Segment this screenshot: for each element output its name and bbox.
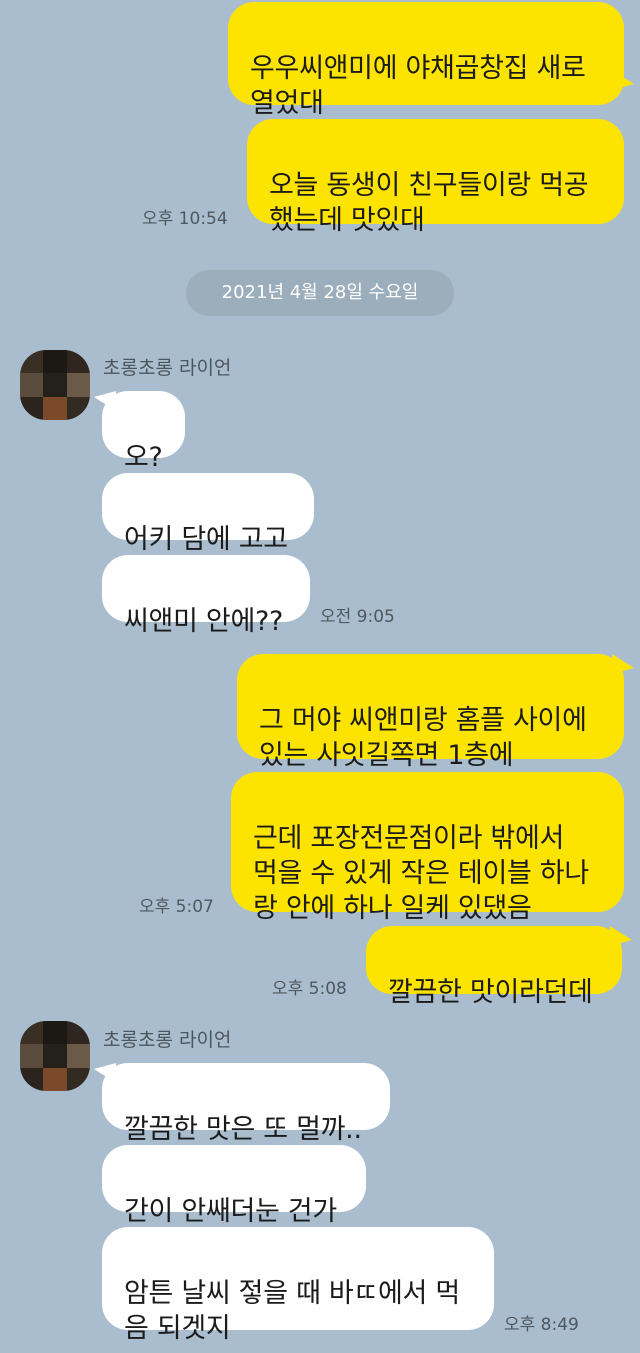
message-text: 오? (124, 442, 163, 473)
sender-name: 초롱초롱 라이언 (103, 1029, 232, 1051)
incoming-message-bubble[interactable]: 오? (102, 391, 185, 473)
outgoing-bubble-tail (612, 70, 634, 90)
message-timestamp: 오후 5:08 (272, 979, 347, 999)
outgoing-message-bubble[interactable]: 깔끔한 맛이라던데 (366, 926, 622, 1008)
message-text: 간이 안쌔더눈 건가 (124, 1196, 337, 1227)
message-text: 깔끔한 맛이라던데 (388, 977, 593, 1008)
avatar[interactable] (20, 1021, 90, 1091)
message-timestamp: 오후 5:07 (139, 897, 214, 917)
date-divider: 2021년 4월 28일 수요일 (186, 270, 454, 316)
message-text: 우우씨앤미에 야채곱창집 새로 열었대 (250, 53, 586, 119)
message-text: 근데 포장전문점이라 밖에서 먹을 수 있게 작은 테이블 하나 랑 안에 하나… (253, 823, 589, 924)
message-text: 암튼 날씨 젛을 때 바ㄸ에서 먹 음 되겟지 (124, 1278, 460, 1344)
message-timestamp: 오후 8:49 (504, 1315, 579, 1335)
incoming-message-bubble[interactable]: 씨앤미 안에?? (102, 555, 310, 637)
incoming-message-bubble[interactable]: 암튼 날씨 젛을 때 바ㄸ에서 먹 음 되겟지 (102, 1227, 494, 1344)
message-timestamp: 오전 9:05 (320, 607, 395, 627)
incoming-message-bubble[interactable]: 간이 안쌔더눈 건가 (102, 1145, 366, 1227)
message-text: 그 머야 씨앤미랑 홈플 사이에 있는 사잇길쪽면 1층에 (259, 705, 587, 771)
message-timestamp: 오후 10:54 (142, 209, 228, 229)
incoming-message-bubble[interactable]: 어키 담에 고고 (102, 473, 314, 555)
message-text: 깔끔한 맛은 또 멀까.. (124, 1114, 362, 1145)
message-text: 오늘 동생이 친구들이랑 먹공 했는데 맛있대 (269, 170, 589, 236)
outgoing-bubble-tail (610, 926, 632, 946)
outgoing-message-bubble[interactable]: 우우씨앤미에 야채곱창집 새로 열었대 (228, 2, 624, 119)
avatar[interactable] (20, 350, 90, 420)
outgoing-message-bubble[interactable]: 근데 포장전문점이라 밖에서 먹을 수 있게 작은 테이블 하나 랑 안에 하나… (231, 772, 624, 924)
message-text: 씨앤미 안에?? (124, 606, 284, 637)
message-text: 어키 담에 고고 (124, 524, 288, 555)
outgoing-bubble-tail (612, 654, 634, 674)
sender-name: 초롱초롱 라이언 (103, 357, 232, 379)
outgoing-message-bubble[interactable]: 오늘 동생이 친구들이랑 먹공 했는데 맛있대 (247, 119, 624, 236)
outgoing-message-bubble[interactable]: 그 머야 씨앤미랑 홈플 사이에 있는 사잇길쪽면 1층에 (237, 654, 624, 771)
incoming-message-bubble[interactable]: 깔끔한 맛은 또 멀까.. (102, 1063, 390, 1145)
